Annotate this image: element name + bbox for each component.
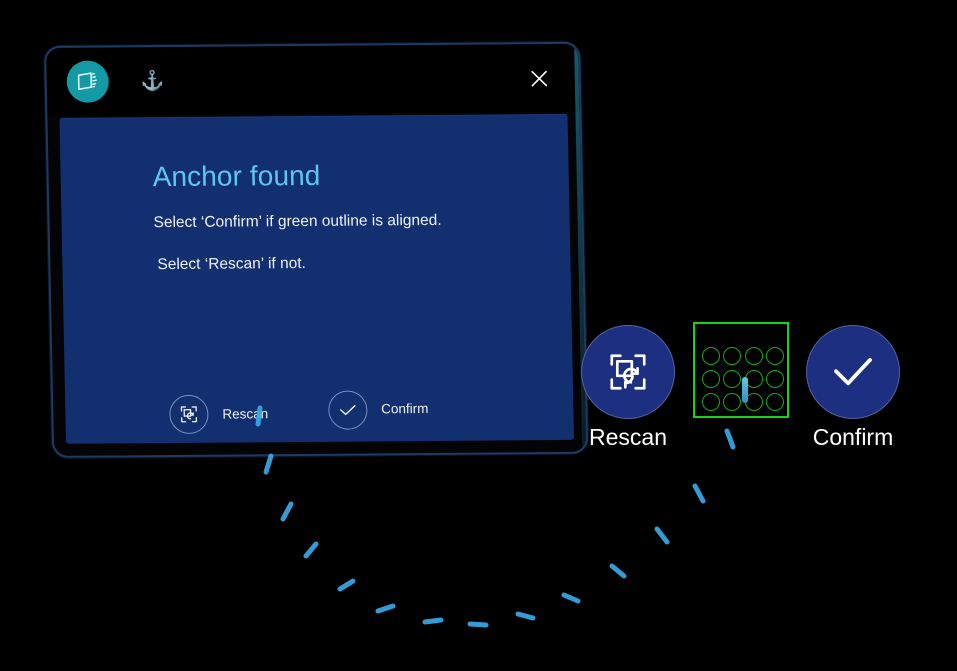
hologram-slate-icon[interactable] bbox=[66, 60, 110, 103]
panel-body: Anchor found Select ‘Confirm’ if green o… bbox=[59, 113, 575, 444]
anchor-pin-indicator bbox=[742, 377, 748, 403]
anchor-dot bbox=[723, 392, 742, 411]
anchor-dot bbox=[723, 347, 742, 366]
confirm-button-label: Confirm bbox=[812, 424, 894, 450]
page-title: Anchor found bbox=[152, 159, 321, 193]
panel-header: ⚓ bbox=[46, 43, 580, 116]
inline-rescan-label: Rescan bbox=[222, 406, 269, 422]
anchor-dot bbox=[766, 369, 785, 388]
rescan-icon bbox=[610, 354, 646, 390]
dialog-instruction-line-1: Select ‘Confirm’ if green outline is ali… bbox=[153, 211, 442, 232]
confirm-button[interactable] bbox=[806, 325, 900, 419]
rescan-icon bbox=[169, 394, 209, 434]
inline-confirm-button[interactable]: Confirm bbox=[327, 390, 429, 433]
close-icon[interactable] bbox=[518, 58, 559, 98]
rescan-button[interactable] bbox=[581, 325, 675, 419]
green-anchor-outline bbox=[693, 322, 789, 418]
dialog-action-row: Rescan Confirm bbox=[169, 390, 429, 434]
anchor-dot bbox=[701, 392, 720, 411]
anchor-dot bbox=[701, 347, 720, 366]
anchor-dot bbox=[744, 347, 763, 366]
anchor-dot bbox=[723, 369, 742, 388]
check-icon bbox=[327, 390, 368, 430]
rescan-button-label: Rescan bbox=[589, 424, 667, 450]
anchor-icon[interactable]: ⚓ bbox=[141, 71, 165, 92]
anchor-dialog-panel: ⚓ Anchor found Select ‘Confirm’ if green… bbox=[44, 41, 589, 458]
dialog-instruction-line-2: Select ‘Rescan’ if not. bbox=[157, 254, 307, 274]
scene-root: ⚓ Anchor found Select ‘Confirm’ if green… bbox=[0, 0, 957, 671]
anchor-dot bbox=[701, 369, 720, 388]
anchor-dot bbox=[766, 347, 785, 366]
inline-confirm-label: Confirm bbox=[380, 400, 429, 417]
panel-frame: ⚓ Anchor found Select ‘Confirm’ if green… bbox=[44, 41, 589, 458]
anchor-dot bbox=[766, 392, 785, 411]
inline-rescan-button[interactable]: Rescan bbox=[169, 394, 269, 434]
check-icon bbox=[834, 358, 872, 386]
header-spacer bbox=[164, 78, 518, 81]
